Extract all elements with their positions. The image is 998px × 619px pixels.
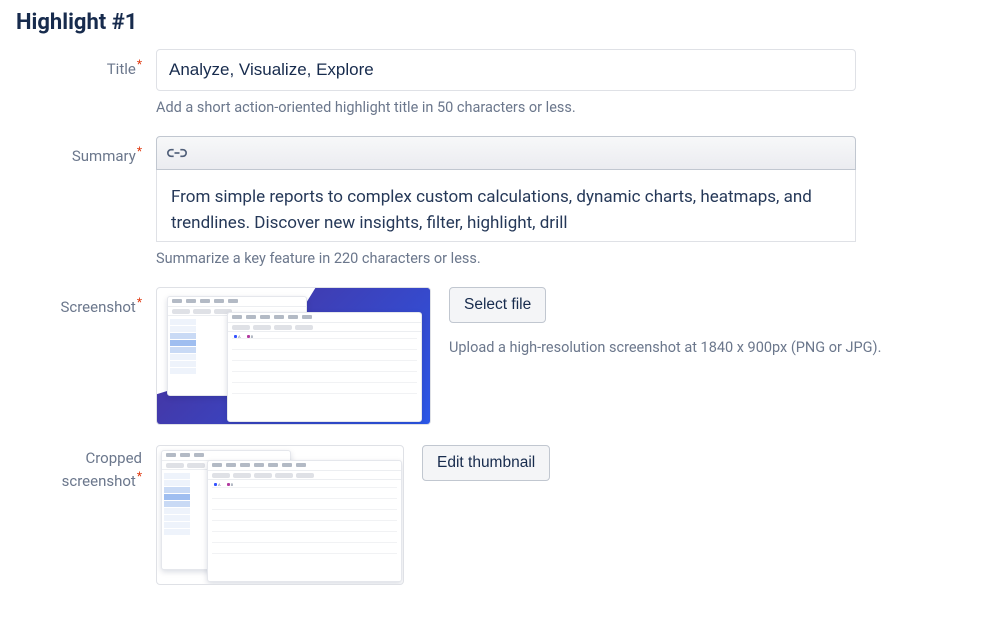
- required-marker: *: [137, 469, 142, 483]
- title-input[interactable]: [156, 49, 856, 91]
- summary-row: Summary* From simple reports to complex …: [16, 136, 982, 267]
- required-marker: *: [137, 144, 142, 158]
- select-file-button[interactable]: Select file: [449, 287, 546, 323]
- summary-textarea[interactable]: From simple reports to complex custom ca…: [156, 170, 856, 242]
- cropped-screenshot-row: Cropped screenshot* AB: [16, 445, 982, 585]
- cropped-thumbnail[interactable]: AB: [156, 445, 404, 585]
- screenshot-help-text: Upload a high-resolution screenshot at 1…: [449, 339, 982, 356]
- screenshot-thumbnail[interactable]: AB: [156, 287, 431, 425]
- summary-editor: From simple reports to complex custom ca…: [156, 136, 856, 242]
- summary-help-text: Summarize a key feature in 220 character…: [156, 250, 982, 267]
- title-help-text: Add a short action-oriented highlight ti…: [156, 99, 982, 116]
- required-marker: *: [137, 295, 142, 309]
- section-heading: Highlight #1: [16, 10, 982, 35]
- summary-toolbar: [156, 136, 856, 170]
- screenshot-row: Screenshot* AB: [16, 287, 982, 425]
- screenshot-label: Screenshot*: [16, 287, 156, 318]
- title-row: Title* Add a short action-oriented highl…: [16, 49, 982, 116]
- summary-label: Summary*: [16, 136, 156, 167]
- cropped-screenshot-label: Cropped screenshot*: [16, 445, 156, 491]
- link-icon[interactable]: [167, 144, 187, 163]
- required-marker: *: [137, 57, 142, 71]
- edit-thumbnail-button[interactable]: Edit thumbnail: [422, 445, 550, 481]
- title-label: Title*: [16, 49, 156, 80]
